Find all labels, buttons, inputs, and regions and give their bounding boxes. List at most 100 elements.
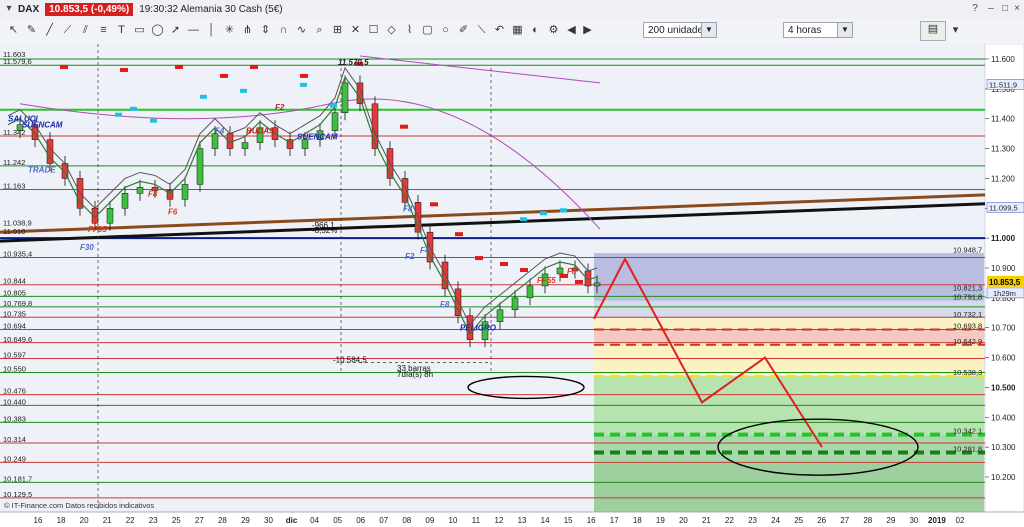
circle-tool-icon[interactable]: ○ bbox=[438, 23, 453, 38]
price-badge: 10.853,5 (-0,49%) bbox=[45, 2, 134, 16]
cycle-tool-icon[interactable]: ∿ bbox=[294, 23, 309, 38]
signal-mark-cyan bbox=[540, 211, 547, 216]
x-tick-label: 02 bbox=[956, 516, 965, 525]
signal-mark-cyan bbox=[130, 106, 137, 111]
x-tick-label: 28 bbox=[863, 516, 872, 525]
y-tick-label: 10.400 bbox=[991, 413, 1016, 422]
gann-tool-icon[interactable]: ✳ bbox=[222, 23, 237, 38]
channel-tool-icon[interactable]: ⫽ bbox=[78, 23, 93, 38]
y-tick-label: 11.300 bbox=[991, 145, 1015, 154]
lock-icon[interactable]: ⊞ bbox=[330, 23, 345, 38]
x-tick-label: 11 bbox=[472, 516, 481, 525]
left-level-label: 11.579,6 bbox=[3, 57, 32, 66]
zone-pink bbox=[594, 329, 984, 343]
pitchfork-tool-icon[interactable]: ⋔ bbox=[240, 23, 255, 38]
signal-mark-cyan bbox=[240, 88, 247, 93]
title-bar: ▾ DAX 10.853,5 (-0,49%) 19:30:32 Alemani… bbox=[0, 0, 1024, 19]
period-dropdown[interactable]: 4 horas ▼ bbox=[783, 22, 853, 38]
line-tool-icon[interactable]: ╱ bbox=[42, 23, 57, 38]
chart-annotation: F2 bbox=[405, 252, 415, 261]
rectangle-tool-icon[interactable]: ▭ bbox=[132, 23, 147, 38]
x-tick-label: 19 bbox=[656, 516, 665, 525]
zone-green-2 bbox=[594, 434, 984, 463]
grid-icon[interactable]: ▦ bbox=[510, 23, 525, 38]
trash-icon[interactable]: ✕ bbox=[348, 23, 363, 38]
minimize-icon[interactable]: – bbox=[984, 2, 998, 16]
candle-up bbox=[211, 133, 219, 149]
arrow-tool-icon[interactable]: ➚ bbox=[168, 23, 183, 38]
x-tick-label: 20 bbox=[80, 516, 89, 525]
settings-icon[interactable]: ⚙ bbox=[546, 23, 561, 38]
horizontal-line-icon[interactable]: — bbox=[186, 23, 201, 38]
cursor-tool-icon[interactable]: ↖ bbox=[6, 23, 21, 38]
fibonacci-tool-icon[interactable]: ≡ bbox=[96, 23, 111, 38]
chart-annotation: F8 bbox=[440, 300, 450, 309]
x-tick-label: 22 bbox=[725, 516, 734, 525]
zone-yellow-2 bbox=[594, 342, 984, 377]
signal-mark-cyan bbox=[330, 103, 337, 108]
y-tick-label: 11.600 bbox=[991, 55, 1015, 64]
right-level-label: 10.281,8 bbox=[953, 445, 982, 454]
ellipse-tool-icon[interactable]: ◯ bbox=[150, 23, 165, 38]
help-icon[interactable]: ? bbox=[968, 2, 982, 16]
brush-tool-icon[interactable]: ✐ bbox=[456, 23, 471, 38]
candle-up bbox=[556, 267, 564, 275]
chart-annotation: F4 bbox=[215, 127, 225, 136]
measure-tool-icon[interactable]: ⇕ bbox=[258, 23, 273, 38]
scroll-right-icon[interactable]: ▶ bbox=[580, 23, 595, 38]
marker-tool-icon[interactable]: ⟍ bbox=[474, 23, 489, 38]
signal-mark-red bbox=[175, 64, 183, 69]
chart-annotation: F30 bbox=[80, 243, 94, 252]
signal-mark-cyan bbox=[200, 94, 207, 99]
chart-annotation: 11.570,5 bbox=[338, 58, 369, 67]
signal-mark-red bbox=[520, 268, 528, 272]
x-tick-label: 17 bbox=[610, 516, 619, 525]
left-level-label: 10.383 bbox=[3, 414, 26, 423]
left-level-label: 10.735 bbox=[3, 309, 26, 318]
alert-icon[interactable]: ◐ bbox=[528, 23, 543, 38]
chart-annotation: F2 bbox=[275, 103, 285, 112]
shape-tool-icon[interactable]: ◇ bbox=[384, 23, 399, 38]
units-dropdown[interactable]: 200 unidades ▼ bbox=[643, 22, 717, 38]
chart-annotation: -10.584,5 bbox=[333, 355, 367, 364]
left-level-label: 10.597 bbox=[3, 350, 26, 359]
speech-bubble-icon[interactable]: ☐ bbox=[366, 23, 381, 38]
signal-mark-cyan bbox=[520, 217, 527, 222]
instrument-symbol: DAX bbox=[18, 3, 40, 15]
right-level-label: 10.732,1 bbox=[953, 310, 982, 319]
scroll-left-icon[interactable]: ◀ bbox=[564, 23, 579, 38]
magnet-icon[interactable]: ∩ bbox=[276, 23, 291, 38]
x-tick-label: 10 bbox=[448, 516, 457, 525]
chevron-down-icon: ▼ bbox=[701, 23, 716, 37]
pencil-tool-icon[interactable]: ✎ bbox=[24, 23, 39, 38]
x-tick-label: 06 bbox=[356, 516, 365, 525]
price-chart[interactable]: 11.570,5SALUCISUENCAMTRADEFF35F8F6F30F2F… bbox=[0, 44, 1024, 527]
vertical-line-icon[interactable]: │ bbox=[204, 23, 219, 38]
x-tick-label: 16 bbox=[34, 516, 43, 525]
candle-down bbox=[401, 178, 409, 203]
text-tool-icon[interactable]: T bbox=[114, 23, 129, 38]
zone-green-3 bbox=[594, 462, 984, 512]
signal-mark-cyan bbox=[300, 82, 307, 87]
chart-annotation: TRADE bbox=[28, 165, 56, 174]
polyline-tool-icon[interactable]: ⌇ bbox=[402, 23, 417, 38]
x-tick-label: 25 bbox=[172, 516, 181, 525]
chevron-down-icon: ▼ bbox=[837, 23, 852, 37]
x-tick-label: 23 bbox=[748, 516, 757, 525]
candle-up bbox=[241, 142, 249, 149]
more-options-icon[interactable]: ▾ bbox=[948, 23, 963, 38]
toolbar: ↖ ✎ ╱ ⟋ ⫽ ≡ T ▭ ◯ ➚ — │ ✳ ⋔ ⇕ ∩ ∿ ⌕ ⊞ ✕ … bbox=[0, 18, 1024, 45]
zoom-tool-icon[interactable]: ⌕ bbox=[312, 23, 327, 38]
candle-up bbox=[341, 82, 349, 113]
square-tool-icon[interactable]: ▢ bbox=[420, 23, 435, 38]
close-icon[interactable]: × bbox=[1010, 2, 1024, 16]
ray-tool-icon[interactable]: ⟋ bbox=[60, 23, 75, 38]
trading-icon[interactable]: ▤ bbox=[920, 21, 946, 41]
undo-icon[interactable]: ↶ bbox=[492, 23, 507, 38]
x-tick-label: 16 bbox=[587, 516, 596, 525]
window-menu-icon[interactable]: ▾ bbox=[2, 2, 16, 16]
right-level-label: 10.948,7 bbox=[953, 245, 982, 254]
signal-mark-red bbox=[300, 73, 308, 78]
right-level-label: 10.821,3 bbox=[953, 283, 982, 292]
candle-up bbox=[593, 282, 601, 287]
